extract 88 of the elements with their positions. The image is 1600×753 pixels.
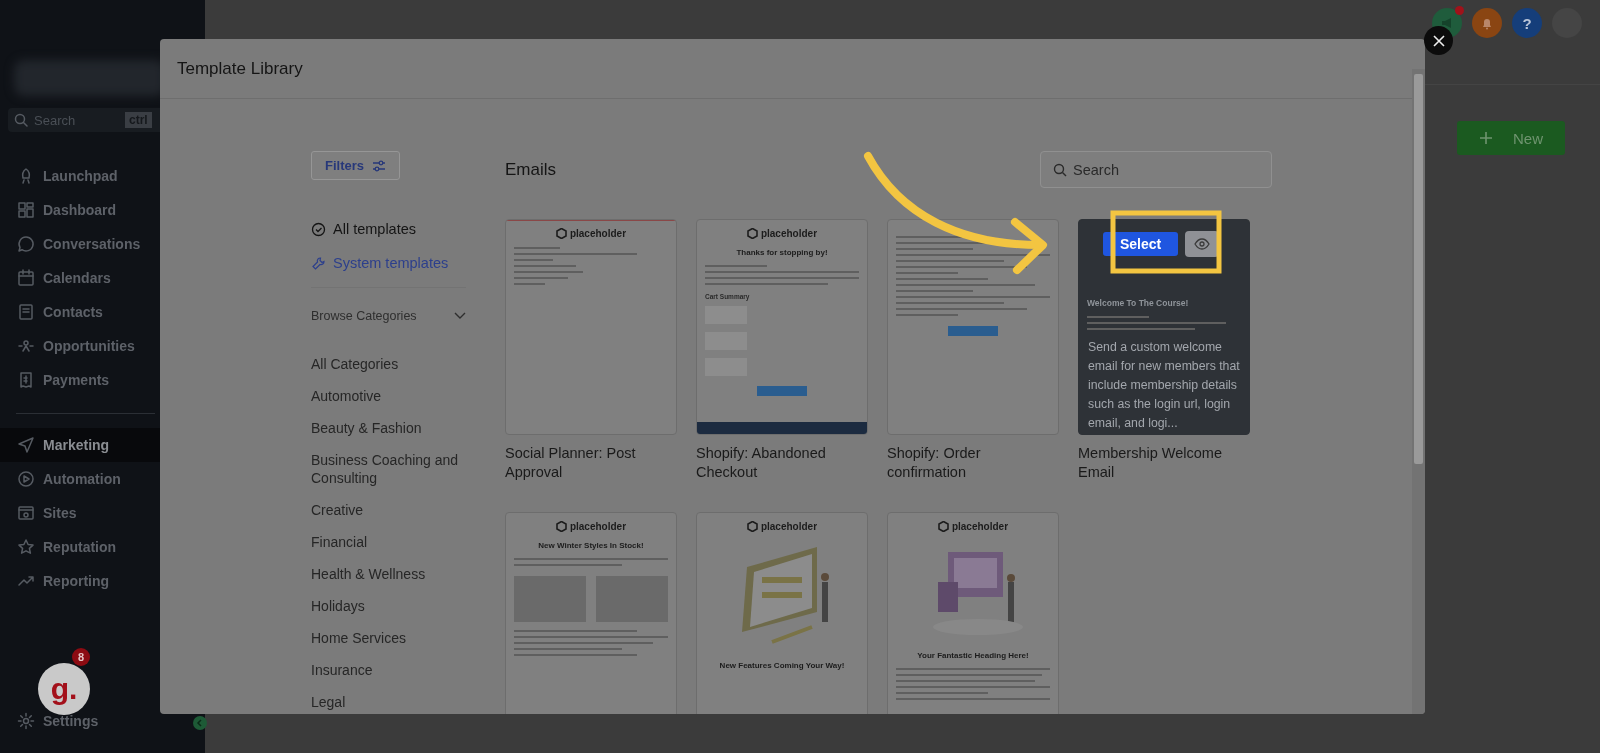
sidebar-item[interactable]: Payments xyxy=(0,363,205,397)
chevron-icon xyxy=(454,312,466,320)
category-toggle[interactable]: Browse Categories xyxy=(311,298,466,334)
template-title: Membership Welcome Email xyxy=(1078,444,1223,482)
template-filter[interactable]: System templates xyxy=(311,246,466,280)
hexagon-icon xyxy=(937,521,949,532)
email-button-drawing xyxy=(757,386,807,396)
category-item[interactable]: Insurance xyxy=(311,654,466,686)
email-button-drawing xyxy=(948,326,998,336)
category-item[interactable]: Automotive xyxy=(311,380,466,412)
notification-dot xyxy=(1455,6,1464,15)
logo-text: placeholder xyxy=(937,521,1009,532)
search-icon xyxy=(1053,162,1067,177)
email-heading: Your Fantastic Heading Here! xyxy=(917,651,1029,660)
template-thumbnail[interactable]: placeholder xyxy=(505,219,677,435)
new-button[interactable]: New xyxy=(1457,121,1565,155)
chat-bubble-icon xyxy=(17,235,35,253)
template-thumbnail[interactable]: placeholder New Features Coming Your Way! xyxy=(696,512,868,714)
play-circle-icon xyxy=(17,470,35,488)
template-thumbnail[interactable] xyxy=(887,219,1059,435)
browser-icon xyxy=(17,504,35,522)
template-title: Shopify: Abandoned Checkout xyxy=(696,444,827,482)
notifications-button[interactable] xyxy=(1472,8,1502,38)
search-field[interactable]: Search xyxy=(1040,151,1272,188)
sliders-icon xyxy=(372,159,386,172)
sidebar-item[interactable]: Reporting xyxy=(0,564,205,598)
email-heading: Thanks for stopping by! xyxy=(736,248,828,257)
logo-text: placeholder xyxy=(746,228,818,239)
grid-icon xyxy=(17,201,35,219)
wrench-icon xyxy=(311,255,326,271)
section-title: Emails xyxy=(505,159,556,180)
sidebar-item[interactable]: Reputation xyxy=(0,530,205,564)
megaphone-icon xyxy=(1440,16,1454,30)
template-filter[interactable]: All templates xyxy=(311,212,466,246)
email-heading: Welcome To The Course! xyxy=(1087,298,1189,308)
help-button[interactable]: ? xyxy=(1512,8,1542,38)
contact-book-icon xyxy=(17,303,35,321)
hexagon-icon xyxy=(746,228,758,239)
sidebar-item[interactable]: Conversations xyxy=(0,227,205,261)
category-item[interactable]: Holidays xyxy=(311,590,466,622)
logo-text: placeholder xyxy=(746,521,818,532)
sidebar-item[interactable]: Opportunities xyxy=(0,329,205,363)
category-item[interactable]: Health & Wellness xyxy=(311,558,466,590)
template-title: Social Planner: Post Approval xyxy=(505,444,637,482)
eye-icon xyxy=(1194,238,1210,250)
paper-plane-icon xyxy=(17,436,35,454)
invoice-icon xyxy=(17,371,35,389)
calendar-icon xyxy=(17,269,35,287)
email-heading: New Winter Styles In Stock! xyxy=(538,541,644,550)
category-item[interactable]: Financial xyxy=(311,526,466,558)
sidebar-item[interactable]: Contacts xyxy=(0,295,205,329)
dialog-title: Template Library xyxy=(177,58,303,79)
collapse-icon[interactable] xyxy=(193,716,207,730)
category-item[interactable]: Creative xyxy=(311,494,466,526)
search-icon xyxy=(14,113,28,127)
sidebar-item[interactable]: Automation xyxy=(0,462,205,496)
scrollbar[interactable] xyxy=(1412,69,1425,714)
template-description: Send a custom welcome email for new members that include membership details such as the login url, login email, and logi... xyxy=(1087,339,1241,432)
select-button[interactable]: Select xyxy=(1103,232,1178,256)
hexagon-icon xyxy=(555,228,567,239)
logo-text: placeholder xyxy=(555,228,627,239)
category-item[interactable]: All Categories xyxy=(311,348,466,380)
sidebar-item[interactable]: Dashboard xyxy=(0,193,205,227)
hexagon-icon xyxy=(746,521,758,532)
template-thumbnail[interactable]: Select Welcome To The Course! Send a custom welcome email for new members that include membership details such as the login url, login email, and logi... xyxy=(1078,219,1250,435)
hexagon-icon xyxy=(555,521,567,532)
filters-button[interactable]: Filters xyxy=(311,151,400,180)
plus-icon xyxy=(1479,131,1493,145)
sidebar-item[interactable]: Launchpad xyxy=(0,159,205,193)
category-item[interactable]: Beauty & Fashion xyxy=(311,412,466,444)
logo-text: placeholder xyxy=(555,521,627,532)
template-thumbnail[interactable]: placeholder New Winter Styles In Stock! xyxy=(505,512,677,714)
bell-icon xyxy=(1480,16,1494,30)
close-button[interactable] xyxy=(1424,26,1453,55)
email-heading: New Features Coming Your Way! xyxy=(719,661,845,670)
category-item[interactable]: Legal xyxy=(311,686,466,714)
star-icon xyxy=(17,538,35,556)
sidebar-item[interactable]: Calendars xyxy=(0,261,205,295)
template-thumbnail[interactable]: placeholder Your Fantastic Heading Here! xyxy=(887,512,1059,714)
category-item[interactable]: Home Services xyxy=(311,622,466,654)
category-item[interactable]: Business Coaching and Consulting xyxy=(311,444,466,494)
template-title: Shopify: Order confirmation xyxy=(887,444,982,482)
people-icon xyxy=(17,337,35,355)
gear-icon xyxy=(17,712,35,730)
check-circle-icon xyxy=(311,221,326,237)
sidebar-item[interactable]: Sites xyxy=(0,496,205,530)
close-icon xyxy=(1432,34,1445,47)
preview-button[interactable] xyxy=(1185,231,1219,257)
